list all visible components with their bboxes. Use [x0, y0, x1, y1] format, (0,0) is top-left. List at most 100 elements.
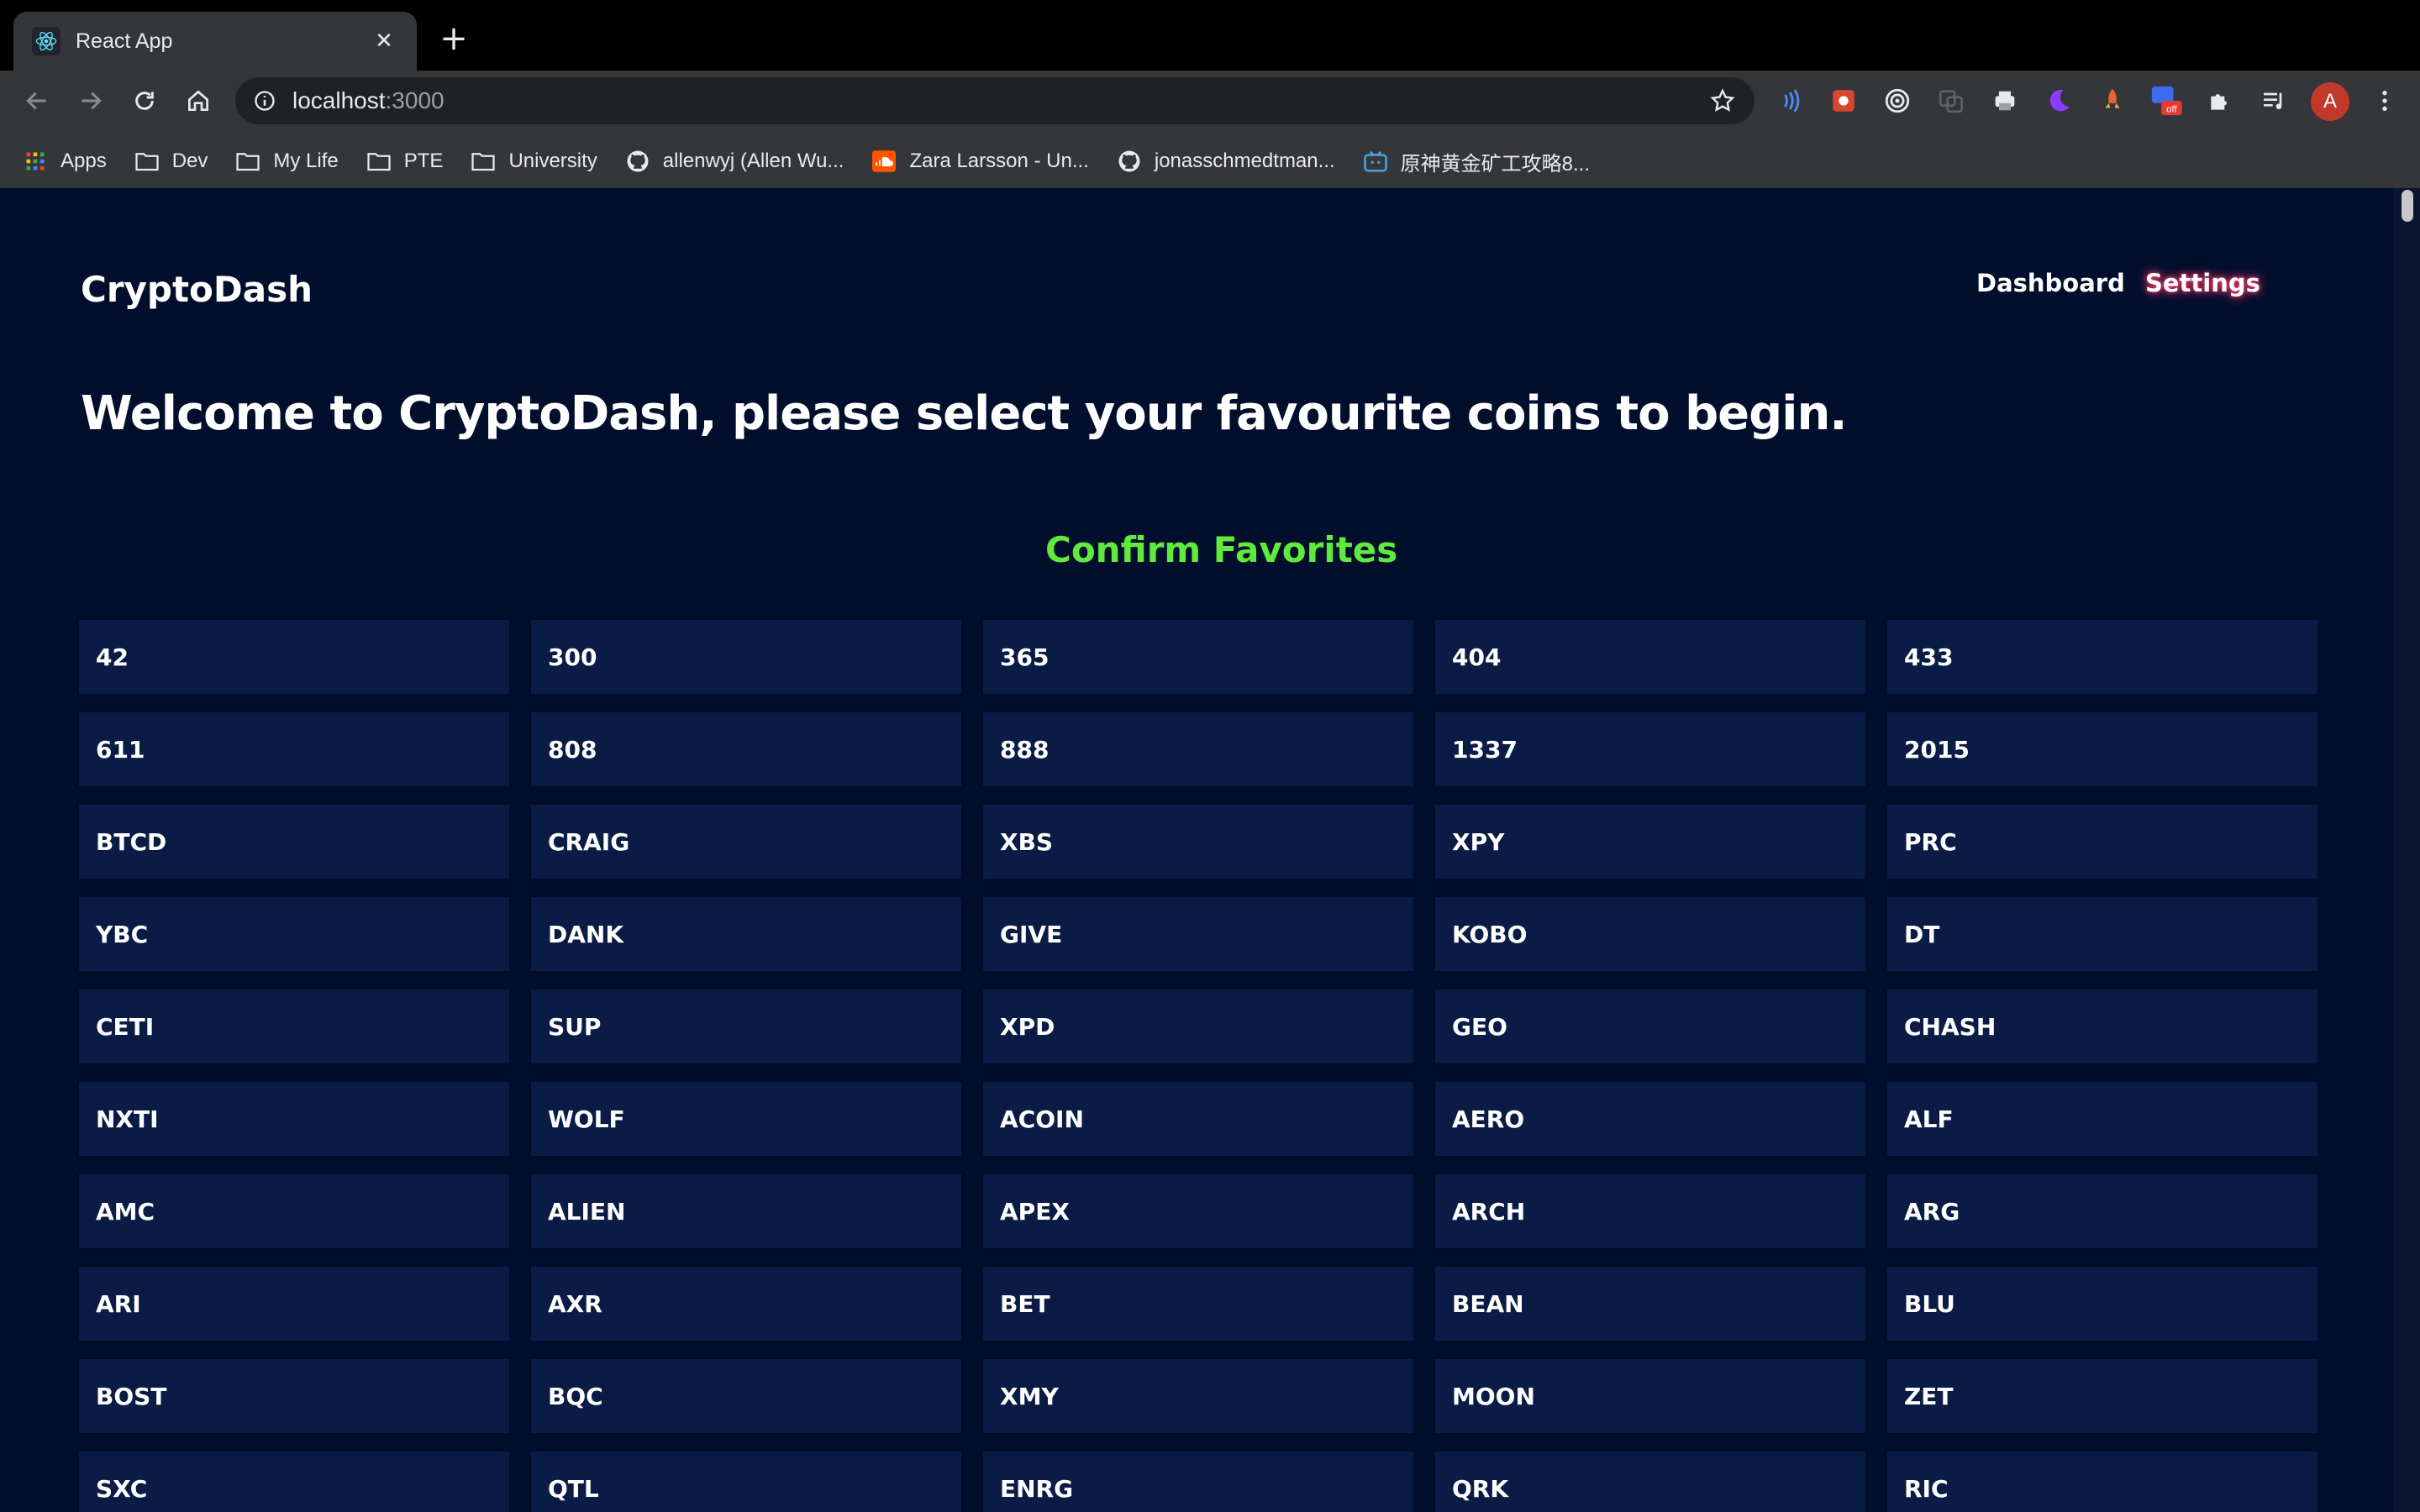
coin-tile[interactable]: 433	[1887, 620, 2317, 694]
app-page: CryptoDash Dashboard Settings Welcome to…	[0, 188, 2393, 1512]
coin-tile[interactable]: ALIEN	[531, 1174, 961, 1248]
url-port: :3000	[385, 87, 445, 113]
folder-icon	[234, 148, 261, 175]
extension-off-badge-icon[interactable]: off	[2149, 84, 2183, 118]
coin-tile[interactable]: BQC	[531, 1359, 961, 1433]
bookmark-item[interactable]: PTE	[366, 148, 443, 175]
coin-tile[interactable]: ARCH	[1435, 1174, 1865, 1248]
address-bar[interactable]: localhost:3000	[235, 77, 1754, 124]
coin-tile[interactable]: 42	[79, 620, 509, 694]
bookmark-item[interactable]: Apps	[22, 148, 107, 175]
coin-tile[interactable]: ARI	[79, 1267, 509, 1341]
coin-tile[interactable]: PRC	[1887, 805, 2317, 879]
coin-tile[interactable]: DT	[1887, 897, 2317, 971]
coin-tile[interactable]: 365	[983, 620, 1413, 694]
bookmark-item[interactable]: My Life	[234, 148, 339, 175]
extension-red-bug-icon[interactable]	[1827, 84, 1860, 118]
coin-tile[interactable]: RIC	[1887, 1452, 2317, 1512]
bookmark-item[interactable]: Zara Larsson - Un...	[871, 148, 1089, 175]
extension-wave-icon[interactable]	[1773, 84, 1807, 118]
coin-tile[interactable]: GEO	[1435, 990, 1865, 1063]
coin-tile[interactable]: AXR	[531, 1267, 961, 1341]
coin-tile[interactable]: BEAN	[1435, 1267, 1865, 1341]
url-text: localhost:3000	[292, 87, 445, 114]
bookmark-star-icon[interactable]	[1709, 87, 1736, 114]
extensions-puzzle-icon[interactable]	[2203, 84, 2237, 118]
coin-tile[interactable]: BOST	[79, 1359, 509, 1433]
site-info-icon[interactable]	[252, 88, 277, 113]
home-icon[interactable]	[182, 84, 215, 118]
browser-tab-strip: React App ✕ +	[0, 0, 2420, 71]
extension-rocket-icon[interactable]	[2096, 84, 2129, 118]
coin-tile[interactable]: KOBO	[1435, 897, 1865, 971]
coin-tile[interactable]: ALF	[1887, 1082, 2317, 1156]
browser-menu-icon[interactable]	[2368, 84, 2402, 118]
coin-tile[interactable]: WOLF	[531, 1082, 961, 1156]
coin-tile[interactable]: 404	[1435, 620, 1865, 694]
coin-tile[interactable]: MOON	[1435, 1359, 1865, 1433]
soundcloud-icon	[871, 148, 897, 175]
extension-target-icon[interactable]	[1881, 84, 1914, 118]
app-logo[interactable]: CryptoDash	[81, 269, 313, 310]
coin-tile[interactable]: CRAIG	[531, 805, 961, 879]
forward-arrow-icon[interactable]	[74, 84, 108, 118]
bookmark-item[interactable]: Dev	[134, 148, 208, 175]
bookmark-item[interactable]: jonasschmedtman...	[1116, 148, 1335, 175]
extension-print-icon[interactable]	[1988, 84, 2022, 118]
coin-tile[interactable]: NXTI	[79, 1082, 509, 1156]
coin-tile[interactable]: QTL	[531, 1452, 961, 1512]
coin-tile[interactable]: CHASH	[1887, 990, 2317, 1063]
coin-tile[interactable]: XPY	[1435, 805, 1865, 879]
coin-tile[interactable]: 611	[79, 712, 509, 786]
coin-tile[interactable]: GIVE	[983, 897, 1413, 971]
extension-translate-icon[interactable]	[1934, 84, 1968, 118]
new-tab-icon[interactable]: +	[437, 22, 471, 55]
coin-tile[interactable]: ENRG	[983, 1452, 1413, 1512]
extension-moon-icon[interactable]	[2042, 84, 2075, 118]
coin-tile[interactable]: 1337	[1435, 712, 1865, 786]
tab-title: React App	[76, 29, 173, 53]
github-icon	[1116, 148, 1143, 175]
profile-avatar[interactable]: A	[2311, 82, 2349, 121]
coin-tile[interactable]: ZET	[1887, 1359, 2317, 1433]
coin-tile[interactable]: 300	[531, 620, 961, 694]
page-scrollbar[interactable]	[2393, 188, 2420, 1512]
bookmark-item[interactable]: 原神黄金矿工攻略8...	[1362, 147, 1590, 176]
tab-close-icon[interactable]: ✕	[370, 29, 398, 54]
coin-tile[interactable]: ARG	[1887, 1174, 2317, 1248]
bookmarks-bar: Apps Dev My Life PTE University allenwyj (All…	[0, 134, 2420, 188]
coin-tile[interactable]: QRK	[1435, 1452, 1865, 1512]
coin-tile[interactable]: SUP	[531, 990, 961, 1063]
coin-tile[interactable]: 888	[983, 712, 1413, 786]
browser-tab[interactable]: React App ✕	[13, 12, 417, 71]
react-logo-icon	[32, 27, 60, 55]
coin-tile[interactable]: XPD	[983, 990, 1413, 1063]
coin-tile[interactable]: APEX	[983, 1174, 1413, 1248]
coin-tile[interactable]: AMC	[79, 1174, 509, 1248]
coin-tile[interactable]: BET	[983, 1267, 1413, 1341]
svg-text:off: off	[2166, 105, 2177, 115]
coin-tile[interactable]: 2015	[1887, 712, 2317, 786]
coin-tile[interactable]: CETI	[79, 990, 509, 1063]
bookmark-item[interactable]: University	[470, 148, 597, 175]
apps-grid-icon	[22, 148, 49, 175]
coin-tile[interactable]: AERO	[1435, 1082, 1865, 1156]
nav-dashboard[interactable]: Dashboard	[1976, 269, 2125, 297]
coin-tile[interactable]: XMY	[983, 1359, 1413, 1433]
media-queue-icon[interactable]	[2257, 84, 2291, 118]
reload-icon[interactable]	[128, 84, 161, 118]
coin-tile[interactable]: BTCD	[79, 805, 509, 879]
scrollbar-thumb[interactable]	[2402, 190, 2413, 222]
bookmark-item[interactable]: allenwyj (Allen Wu...	[624, 148, 844, 175]
confirm-favorites-button[interactable]: Confirm Favorites	[1045, 529, 1397, 570]
coin-tile[interactable]: ACOIN	[983, 1082, 1413, 1156]
coin-tile[interactable]: SXC	[79, 1452, 509, 1512]
coin-tile[interactable]: XBS	[983, 805, 1413, 879]
nav-settings[interactable]: Settings	[2145, 269, 2260, 297]
coin-tile[interactable]: 808	[531, 712, 961, 786]
back-arrow-icon[interactable]	[20, 84, 54, 118]
bookmark-label: allenwyj (Allen Wu...	[662, 150, 844, 172]
coin-tile[interactable]: YBC	[79, 897, 509, 971]
coin-tile[interactable]: BLU	[1887, 1267, 2317, 1341]
coin-tile[interactable]: DANK	[531, 897, 961, 971]
